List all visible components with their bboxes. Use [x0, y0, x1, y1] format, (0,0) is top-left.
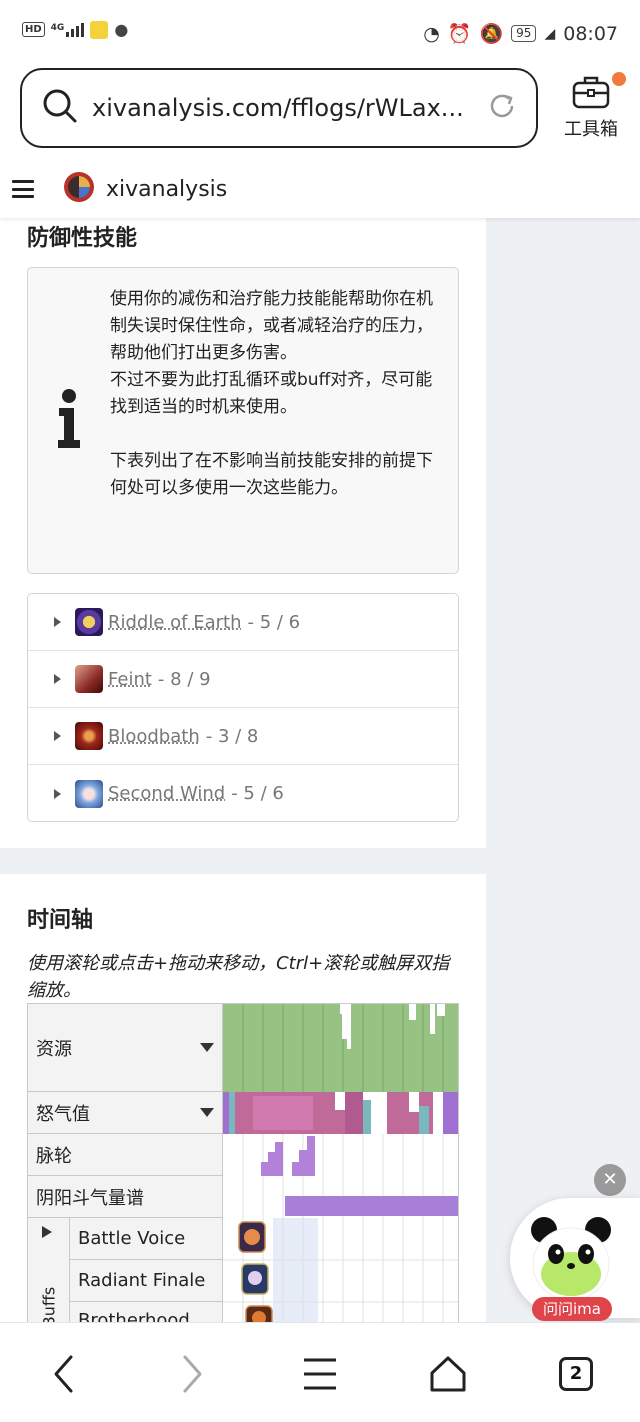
skill-name[interactable]: Feint	[108, 669, 152, 690]
close-icon: ✕	[602, 1169, 618, 1190]
signal-icon: 4G	[50, 22, 85, 37]
expand-caret-icon[interactable]	[54, 788, 61, 799]
expand-caret-icon[interactable]	[42, 1226, 52, 1238]
back-button[interactable]	[40, 1351, 88, 1397]
home-button[interactable]	[424, 1351, 472, 1397]
toolbox-label: 工具箱	[564, 119, 618, 140]
address-bar[interactable]: xivanalysis.com/fflogs/rWLax...	[20, 68, 538, 148]
side-background	[486, 218, 640, 1328]
status-bar-right: ◔ ⏰ 🔕 95 ◢ 08:07	[423, 22, 618, 46]
nfc-icon: ◔	[423, 22, 440, 45]
section-title-defensives: 防御性技能	[27, 226, 138, 251]
row-label-text: 资源	[36, 1038, 72, 1060]
row-label-text: 怒气值	[36, 1103, 90, 1125]
menu-button[interactable]	[296, 1351, 344, 1397]
feint-icon	[75, 665, 103, 693]
battery-indicator: 95	[511, 25, 537, 42]
mute-icon: 🔕	[479, 23, 504, 45]
rage-track	[223, 1092, 458, 1134]
skill-row-bloodbath[interactable]: Bloodbath - 3 / 8	[28, 708, 458, 765]
skill-row-feint[interactable]: Feint - 8 / 9	[28, 651, 458, 708]
buff-label-text: Radiant Finale	[78, 1270, 206, 1291]
tabs-count: 2	[559, 1357, 593, 1391]
close-assistant-button[interactable]: ✕	[594, 1164, 626, 1196]
tabs-button[interactable]: 2	[552, 1351, 600, 1397]
chakra-track	[223, 1134, 458, 1176]
skill-name[interactable]: Second Wind	[108, 783, 225, 804]
expand-caret-icon[interactable]	[54, 731, 61, 741]
riddle-of-earth-icon	[75, 608, 103, 636]
back-arrow-icon	[54, 1355, 73, 1393]
skill-row-second-wind[interactable]: Second Wind - 5 / 6	[28, 765, 458, 822]
notification-dot	[612, 72, 626, 86]
group-label-text: d Buffs	[39, 1286, 59, 1323]
row-label-text: 阴阳斗气量谱	[36, 1187, 144, 1209]
hamburger-icon	[304, 1358, 336, 1390]
info-text: 使用你的减伤和治疗能力技能能帮助你在机制失误时保住性命，或者减轻治疗的压力，帮助…	[110, 286, 440, 502]
collapse-arrow-icon[interactable]	[200, 1043, 214, 1052]
buffs-track	[223, 1218, 458, 1322]
timeline-hint: 使用滚轮或点击+拖动来移动，Ctrl+滚轮或触屏双指缩放。	[27, 953, 450, 1001]
bottom-navigation: 2	[0, 1322, 640, 1422]
defensive-skill-list: Riddle of Earth - 5 / 6 Feint - 8 / 9 Bl…	[27, 593, 459, 822]
buff-row-label: Radiant Finale	[70, 1260, 223, 1302]
logo-icon[interactable]	[62, 170, 96, 208]
skill-count: - 8 / 9	[157, 668, 211, 690]
buffs-group-label[interactable]: d Buffs	[28, 1218, 70, 1323]
reload-icon[interactable]	[486, 90, 518, 126]
alarm-icon: ⏰	[447, 23, 472, 45]
info-paragraph-2: 不过不要为此打乱循环或buff对齐，尽可能找到适当的时机来使用。	[110, 370, 433, 417]
yinyang-track	[223, 1176, 458, 1218]
skill-name[interactable]: Bloodbath	[108, 726, 200, 747]
skill-count: - 5 / 6	[231, 783, 284, 804]
info-message: 使用你的减伤和治疗能力技能能帮助你在机制失误时保住性命，或者减轻治疗的压力，帮助…	[27, 267, 459, 574]
url-text[interactable]: xivanalysis.com/fflogs/rWLax...	[92, 94, 486, 122]
assistant-label[interactable]: 问问ima	[532, 1297, 612, 1321]
section-divider	[0, 848, 486, 874]
row-label-rage[interactable]: 怒气值	[28, 1092, 223, 1134]
resources-track	[223, 1004, 458, 1092]
expand-caret-icon[interactable]	[54, 674, 61, 684]
expand-caret-icon[interactable]	[54, 617, 61, 627]
leaf-icon: ◢	[544, 25, 556, 42]
buff-row-label: Brotherhood	[70, 1302, 223, 1322]
row-label-chakra: 脉轮	[28, 1134, 223, 1176]
timeline-table[interactable]: 资源 怒气值 脉轮 阴阳斗气量谱 d Buffs Battle Voice Ra…	[27, 1003, 459, 1323]
skill-count: - 5 / 6	[247, 611, 301, 633]
section-title-timeline: 时间轴	[27, 908, 94, 933]
hd-indicator: HD	[22, 22, 45, 37]
buff-label-text: Battle Voice	[78, 1228, 186, 1249]
search-icon	[42, 88, 78, 128]
bloodbath-icon	[75, 722, 103, 750]
skill-name[interactable]: Riddle of Earth	[108, 612, 242, 633]
forward-arrow-icon	[183, 1355, 202, 1393]
info-paragraph-3: 下表列出了在不影响当前技能安排的前提下何处可以多使用一次这些能力。	[110, 451, 433, 498]
info-icon	[56, 388, 82, 454]
app-notification-icon	[90, 20, 109, 39]
row-label-resources[interactable]: 资源	[28, 1004, 223, 1092]
row-label-text: 脉轮	[36, 1145, 72, 1167]
status-bar-left: HD 4G ●	[22, 20, 128, 39]
buff-row-label: Battle Voice	[70, 1218, 223, 1260]
app-header: xivanalysis	[0, 160, 640, 218]
skill-count: - 3 / 8	[205, 725, 259, 747]
second-wind-icon	[75, 779, 103, 808]
home-icon	[430, 1356, 466, 1392]
toolbox-icon	[571, 76, 611, 115]
menu-icon[interactable]	[12, 180, 34, 198]
forward-button[interactable]	[168, 1351, 216, 1397]
clock: 08:07	[563, 22, 618, 45]
wechat-icon: ●	[114, 20, 129, 39]
brand-name[interactable]: xivanalysis	[106, 177, 227, 202]
network-type: 4G	[50, 22, 65, 33]
info-paragraph-1: 使用你的减伤和治疗能力技能能帮助你在机制失误时保住性命，或者减轻治疗的压力，帮助…	[110, 289, 433, 363]
row-label-yinyang: 阴阳斗气量谱	[28, 1176, 223, 1218]
collapse-arrow-icon[interactable]	[200, 1108, 214, 1117]
skill-row-riddle-of-earth[interactable]: Riddle of Earth - 5 / 6	[28, 594, 458, 651]
